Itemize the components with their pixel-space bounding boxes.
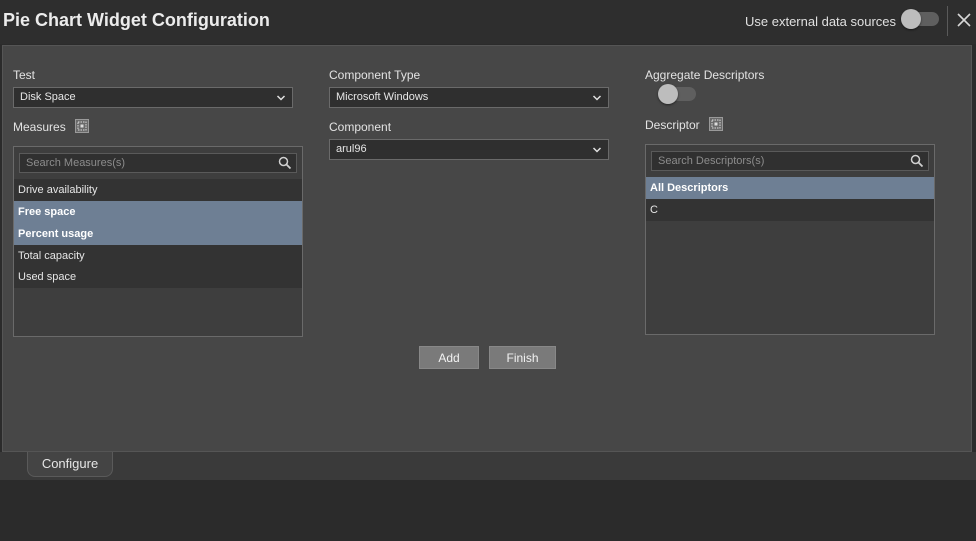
component-type-label: Component Type [329,68,421,82]
measure-item[interactable]: Percent usage [14,223,302,245]
external-sources-toggle[interactable] [901,9,939,29]
measure-item[interactable]: Free space [14,201,302,223]
select-all-icon[interactable] [75,119,89,133]
close-icon[interactable] [955,11,973,29]
descriptors-search-placeholder: Search Descriptors(s) [658,155,765,167]
test-select[interactable]: Disk Space [13,87,293,108]
descriptor-item[interactable]: All Descriptors [646,177,934,199]
tab-configure[interactable]: Configure [27,452,113,477]
finish-button[interactable]: Finish [489,346,556,369]
descriptor-label: Descriptor [645,118,700,132]
chevron-down-icon [592,147,602,153]
toggle-knob [658,84,678,104]
header-divider [947,6,948,36]
aggregate-toggle[interactable] [658,84,696,104]
bottom-area [0,480,976,541]
measure-item[interactable]: Used space [14,266,302,288]
component-type-select[interactable]: Microsoft Windows [329,87,609,108]
dialog-title: Pie Chart Widget Configuration [3,10,270,30]
tab-bar [0,452,976,480]
component-value: arul96 [336,143,367,155]
measure-item[interactable]: Drive availability [14,179,302,201]
test-select-value: Disk Space [20,91,76,103]
descriptors-search-input[interactable]: Search Descriptors(s) [651,151,929,171]
chevron-down-icon [276,95,286,101]
measures-search-input[interactable]: Search Measures(s) [19,153,297,173]
measures-search-placeholder: Search Measures(s) [26,157,126,169]
component-label: Component [329,120,392,134]
component-select[interactable]: arul96 [329,139,609,160]
measures-label: Measures [13,120,66,134]
select-all-icon[interactable] [709,117,723,131]
toggle-knob [901,9,921,29]
test-label: Test [13,68,36,82]
search-icon[interactable] [278,156,292,170]
aggregate-label: Aggregate Descriptors [645,68,765,82]
descriptor-item[interactable]: C [646,199,934,221]
chevron-down-icon [592,95,602,101]
measures-list: Search Measures(s) Drive availability Fr… [13,146,303,337]
search-icon[interactable] [910,154,924,168]
dialog-header: Pie Chart Widget Configuration Use exter… [0,0,976,44]
external-sources-label: Use external data sources [745,14,897,29]
add-button[interactable]: Add [419,346,479,369]
measure-item[interactable]: Total capacity [14,245,302,267]
descriptors-list: Search Descriptors(s) All Descriptors C [645,144,935,335]
component-type-value: Microsoft Windows [336,91,429,103]
